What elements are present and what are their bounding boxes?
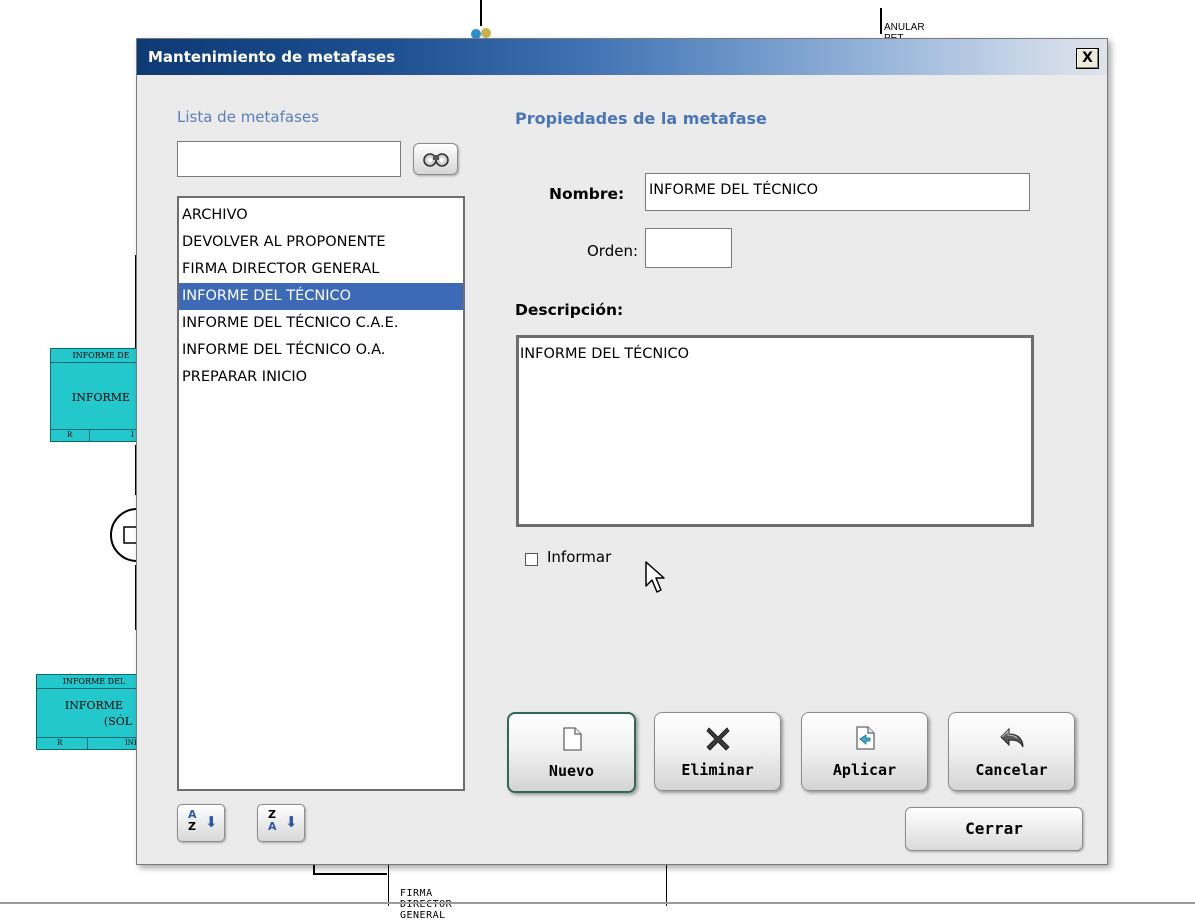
close-button[interactable]: X [1076,48,1099,69]
nombre-field[interactable]: INFORME DEL TÉCNICO [645,173,1030,211]
eliminar-button[interactable]: Eliminar [654,712,781,791]
diagram-box-informe-solo: INFORME DEL INFORME (SÓL R INF [36,674,152,750]
list-title: Lista de metafases [177,108,319,126]
nombre-label: Nombre: [549,185,625,203]
new-document-icon [562,727,582,751]
diagram-label-firma: FIRMA DIRECTOR GENERAL [400,888,453,921]
delete-x-icon [705,727,730,751]
list-item[interactable]: INFORME DEL TÉCNICO O.A. [179,337,463,364]
informar-label[interactable]: Informar [547,548,611,566]
descripcion-textarea[interactable]: INFORME DEL TÉCNICO [516,335,1034,527]
list-item[interactable]: INFORME DEL TÉCNICO C.A.E. [179,310,463,337]
nuevo-button[interactable]: Nuevo [507,712,636,793]
orden-field[interactable] [645,228,732,268]
list-item[interactable]: DEVOLVER AL PROPONENTE [179,229,463,256]
cancelar-button[interactable]: Cancelar [948,712,1075,791]
mouse-cursor-icon [645,561,665,593]
list-item[interactable]: ARCHIVO [179,202,463,229]
arrow-down-icon: ⬇ [205,813,218,831]
title-bar[interactable]: Mantenimiento de metafases X [137,39,1107,75]
box-border [666,862,667,906]
descripcion-label: Descripción: [515,301,624,319]
bottom-scroll-edge [0,902,1195,904]
cerrar-button[interactable]: Cerrar [905,807,1083,851]
undo-arrow-icon [999,727,1023,748]
list-item[interactable]: INFORME DEL TÉCNICO [179,283,463,310]
dialog-title: Mantenimiento de metafases [148,48,396,66]
sort-descending-button[interactable]: Z A ⬇ [257,804,305,842]
search-button[interactable] [413,143,458,175]
list-item[interactable]: FIRMA DIRECTOR GENERAL [179,256,463,283]
connector-line [313,873,387,875]
metafases-dialog: Mantenimiento de metafases X Lista de me… [136,38,1108,865]
connector-line [880,8,882,34]
orden-label: Orden: [587,242,639,260]
list-item[interactable]: PREPARAR INICIO [179,364,463,391]
informar-checkbox[interactable] [525,553,538,566]
metafases-list[interactable]: ARCHIVO DEVOLVER AL PROPONENTE FIRMA DIREC… [177,196,465,791]
search-input[interactable] [177,141,401,177]
apply-document-icon [855,726,875,750]
binoculars-icon [423,153,449,167]
aplicar-button[interactable]: Aplicar [801,712,928,791]
box-border [388,862,389,906]
sort-ascending-button[interactable]: A Z ⬇ [177,804,225,842]
diagram-icon [471,0,491,39]
properties-title: Propiedades de la metafase [515,109,767,128]
arrow-down-icon: ⬇ [285,813,298,831]
